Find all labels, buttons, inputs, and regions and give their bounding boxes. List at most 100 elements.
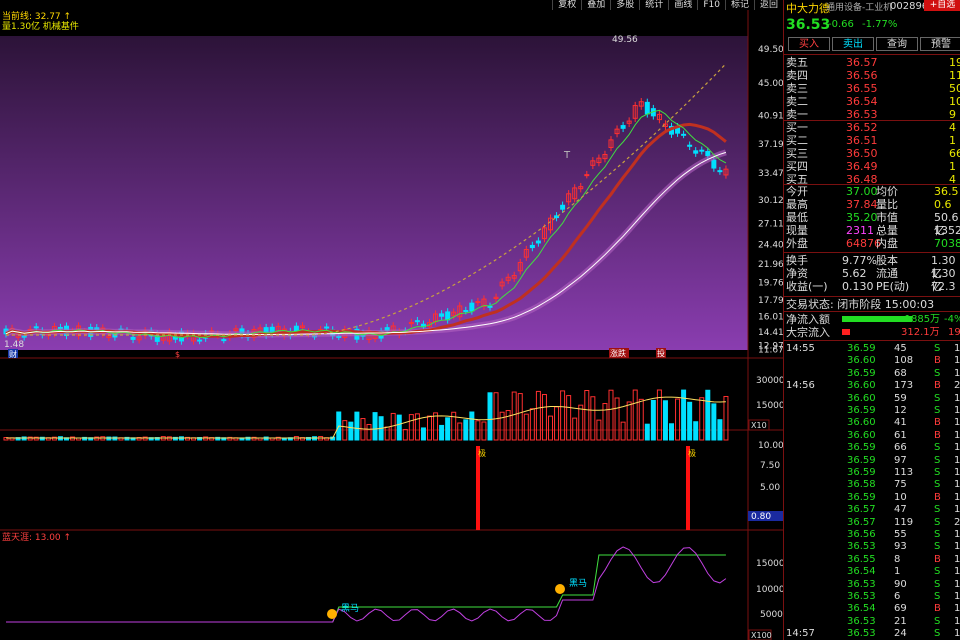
tick-direction: S	[934, 342, 940, 355]
stat-label: 外盘	[786, 237, 808, 250]
volume-bar	[385, 427, 389, 440]
bid-label: 买一	[786, 121, 808, 134]
stat-value-2: 13525	[934, 224, 960, 237]
ind2-axis-1: 10.00	[758, 441, 783, 451]
tick-row: 36.59 97 S 1	[784, 454, 960, 467]
tick-price: 36.60	[847, 392, 876, 405]
stat-value: 35.20	[846, 211, 878, 224]
bid-price: 36.51	[846, 134, 878, 147]
vol-axis-1: 30000	[756, 376, 783, 386]
tick-direction: S	[934, 565, 940, 578]
tick-price: 36.57	[847, 516, 876, 529]
volume-bar	[518, 394, 522, 440]
ask-price: 36.55	[846, 82, 878, 95]
tick-count: 2	[954, 379, 960, 392]
sep-1	[784, 54, 960, 55]
sell-button[interactable]: 卖出	[832, 37, 874, 51]
toolbar-tongji[interactable]: 统计	[639, 0, 668, 10]
bid-label: 买三	[786, 147, 808, 160]
tick-row: 14:56 36.60 173 B 2	[784, 379, 960, 392]
volume-bar	[524, 414, 528, 440]
candle-body	[476, 302, 480, 303]
toolbar-biaoji[interactable]: 标记	[725, 0, 754, 10]
tick-volume: 108	[894, 354, 913, 367]
stock-industry: 通用设备-工业机	[826, 0, 892, 13]
tick-count: 1	[954, 478, 960, 491]
tick-volume: 8	[894, 553, 900, 566]
ind2-value: 0.80	[751, 512, 771, 522]
toolbar-huaxian[interactable]: 画线	[668, 0, 697, 10]
ind2-tag-1: 极	[478, 448, 486, 458]
toolbar-fuquan[interactable]: 复权	[552, 0, 581, 10]
ind2-axis-2: 7.50	[760, 461, 780, 471]
volume-bar	[458, 423, 462, 440]
title-line: 当前线: 32.77 ↑	[2, 10, 71, 22]
tick-volume: 97	[894, 454, 907, 467]
volume-bar	[530, 409, 534, 440]
tick-count: 1	[954, 627, 960, 640]
tick-price: 36.59	[847, 367, 876, 380]
alert-button[interactable]: 预警	[920, 37, 960, 51]
volume-bar	[355, 412, 359, 440]
tick-count: 1	[954, 466, 960, 479]
bid-volume: 66	[949, 147, 960, 160]
tick-count: 1	[954, 392, 960, 405]
bid-price: 36.52	[846, 121, 878, 134]
tick-price: 36.59	[847, 454, 876, 467]
current-price: 36.53	[786, 17, 830, 33]
tick-volume: 6	[894, 590, 900, 603]
heima-tag-1: 黑马	[341, 603, 359, 614]
volume-bar	[603, 404, 607, 440]
price-tick: 27.11	[758, 219, 783, 229]
tick-direction: B	[934, 602, 941, 615]
tick-count: 1	[954, 578, 960, 591]
tick-volume: 113	[894, 466, 913, 479]
volume-bar	[718, 420, 722, 440]
tick-direction: S	[934, 615, 940, 628]
tick-direction: S	[934, 466, 940, 479]
candle-body	[682, 134, 686, 135]
toolbar-fanhui[interactable]: 返回	[754, 0, 783, 10]
stat-row: 外盘64876内盘70382	[784, 237, 960, 250]
candle-body	[464, 311, 468, 312]
ask-volume: 100	[949, 95, 960, 108]
toolbar-f10[interactable]: F10	[697, 0, 725, 10]
tick-direction: S	[934, 503, 940, 516]
toolbar-diejia[interactable]: 叠加	[581, 0, 610, 10]
stat-label-2: 总量	[876, 224, 898, 237]
price-tick: 37.19	[758, 140, 783, 150]
query-button[interactable]: 查询	[876, 37, 918, 51]
candle-body	[488, 306, 492, 307]
buy-button[interactable]: 买入	[788, 37, 830, 51]
toolbar-duogu[interactable]: 多股	[610, 0, 639, 10]
cai-tag: 财	[9, 349, 17, 359]
volume-bar	[561, 391, 565, 440]
candle-body	[131, 337, 135, 339]
tick-direction: S	[934, 404, 940, 417]
price-tick: 40.91	[758, 112, 783, 122]
big-inflow-pct: 19	[948, 326, 960, 339]
tick-row: 36.60 59 S 1	[784, 392, 960, 405]
tick-row: 36.59 68 S 1	[784, 367, 960, 380]
tick-count: 1	[954, 553, 960, 566]
self-select-button[interactable]: +自选	[924, 0, 960, 11]
tick-row: 36.53 21 S 1	[784, 615, 960, 628]
big-inflow-bar	[842, 329, 850, 335]
tick-price: 36.59	[847, 491, 876, 504]
ask-volume: 11	[949, 69, 960, 82]
kline-chart[interactable]: 当前线: 32.77 ↑ 量1.30亿 机械基件 49.50 45.00 40.91…	[0, 10, 783, 640]
candle-body	[415, 321, 419, 322]
tick-count: 1	[954, 342, 960, 355]
price-tick: 30.12	[758, 196, 783, 206]
volume-series	[4, 390, 728, 440]
tick-row: 36.59 10 B 1	[784, 491, 960, 504]
tick-price: 36.56	[847, 528, 876, 541]
tick-row: 36.59 113 S 1	[784, 466, 960, 479]
volume-bar	[627, 402, 631, 440]
tick-volume: 41	[894, 416, 907, 429]
stat-value-2: 0.6	[934, 198, 952, 211]
volume-bar	[512, 392, 516, 440]
volume-bar	[536, 391, 540, 440]
tick-count: 1	[954, 454, 960, 467]
heima-icon-1	[327, 609, 337, 619]
